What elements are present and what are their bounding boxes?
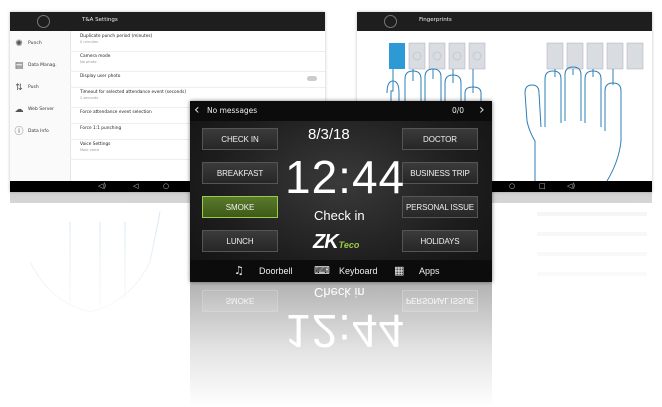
recent-square-icon[interactable]: □: [539, 182, 546, 191]
setting-title: Force 1:1 punching: [80, 126, 122, 131]
apps-grid-icon[interactable]: ▦: [394, 265, 404, 277]
keyboard-icon[interactable]: ⌨: [314, 265, 330, 277]
event-button-doctor[interactable]: DOCTOR: [402, 128, 478, 150]
event-button-breakfast[interactable]: BREAKFAST: [202, 162, 278, 184]
bottom-bar: ♫ Doorbell ⌨ Keyboard ▦ Apps: [190, 260, 492, 282]
back-triangle-icon[interactable]: ◁: [133, 182, 138, 191]
sidebar-item-punch[interactable]: ✺ Punch: [10, 33, 70, 55]
event-button-lunch[interactable]: LUNCH: [202, 230, 278, 252]
volume-icon[interactable]: ◁): [98, 182, 106, 191]
finger-slot[interactable]: [546, 42, 564, 70]
finger-slot[interactable]: [566, 42, 584, 70]
back-circle-icon[interactable]: [37, 15, 50, 28]
message-bar: ‹ No messages 0/0 ›: [190, 101, 492, 121]
home-circle-icon[interactable]: ○: [509, 182, 515, 191]
logo-main: ZK: [313, 231, 339, 253]
reflection-fade: [190, 282, 492, 407]
logo-sub: Teco: [338, 240, 360, 250]
sidebar-item-label: Data Info: [28, 129, 49, 134]
attendance-terminal-screen: ‹ No messages 0/0 › CHECK IN BREAKFAST S…: [190, 101, 492, 282]
event-button-check-in[interactable]: CHECK IN: [202, 128, 278, 150]
setting-title: Camera mode: [80, 54, 111, 59]
event-button-holidays[interactable]: HOLIDAYS: [402, 230, 478, 252]
database-icon: ▤: [14, 61, 24, 71]
finger-slot-selected[interactable]: [389, 43, 405, 69]
setting-value: 2 seconds: [80, 96, 99, 100]
fingerprints-title: Fingerprints: [419, 17, 452, 23]
settings-sidebar: ✺ Punch ▤ Data Manag. ⇅ Push ☁ Web Serve…: [10, 31, 71, 181]
finger-slot[interactable]: [606, 42, 624, 70]
volume-icon[interactable]: ◁): [567, 182, 575, 191]
event-button-personal-issue[interactable]: PERSONAL ISSUE: [402, 196, 478, 218]
event-button-business-trip[interactable]: BUSINESS TRIP: [402, 162, 478, 184]
finger-slot[interactable]: [428, 42, 446, 70]
finger-slot[interactable]: [448, 42, 466, 70]
keyboard-label[interactable]: Keyboard: [339, 266, 378, 276]
setting-value: Male voice: [80, 148, 100, 152]
current-time: 12:44: [285, 151, 406, 203]
toggle-switch[interactable]: [307, 76, 317, 81]
current-date: 8/3/18: [308, 126, 350, 143]
chevron-right-icon[interactable]: ›: [479, 103, 485, 118]
setting-title: Voice Settings: [80, 142, 111, 147]
finger-slot[interactable]: [626, 42, 644, 70]
message-counter: 0/0: [452, 106, 465, 115]
event-button-smoke[interactable]: SMOKE: [202, 196, 278, 218]
setting-title: Timeout for selected attendance event (s…: [80, 90, 187, 95]
sidebar-item-label: Web Server: [28, 107, 54, 112]
finger-slot[interactable]: [586, 42, 604, 70]
apps-label[interactable]: Apps: [419, 266, 440, 276]
terminal-reflection: SMOKE LUNCH PERSONAL ISSUE HOLIDAYS 12:4…: [190, 282, 492, 407]
settings-title: T&A Settings: [82, 17, 118, 23]
current-status: Check in: [314, 208, 365, 223]
bell-icon[interactable]: ♫: [234, 265, 244, 277]
sidebar-item-web-server[interactable]: ☁ Web Server: [10, 99, 70, 121]
sidebar-item-push[interactable]: ⇅ Push: [10, 77, 70, 99]
setting-title: Duplicate punch period (minutes): [80, 34, 153, 39]
chevron-left-icon[interactable]: ‹: [194, 103, 200, 118]
setting-duplicate-punch[interactable]: Duplicate punch period (minutes) 0 minut…: [70, 31, 325, 52]
setting-display-user-photo[interactable]: Display user photo: [70, 71, 325, 88]
cloud-icon: ☁: [14, 105, 24, 115]
setting-value: No photo: [80, 60, 97, 64]
sort-arrows-icon: ⇅: [15, 83, 23, 93]
home-circle-icon[interactable]: ○: [163, 182, 169, 191]
setting-title: Display user photo: [80, 74, 121, 79]
sidebar-item-label: Punch: [28, 41, 42, 46]
setting-camera-mode[interactable]: Camera mode No photo: [70, 51, 325, 72]
fingerprints-header: Fingerprints: [357, 12, 652, 31]
finger-slot[interactable]: [468, 42, 486, 70]
message-text: No messages: [207, 106, 258, 115]
zkteco-logo: ZKTeco: [313, 231, 359, 254]
fingerprint-icon: ✺: [15, 39, 23, 49]
settings-header: T&A Settings: [10, 12, 325, 31]
finger-slot[interactable]: [408, 42, 426, 70]
setting-title: Force attendance event selection: [80, 110, 152, 115]
setting-value: 0 minutes: [80, 40, 98, 44]
sidebar-item-data-manag[interactable]: ▤ Data Manag.: [10, 55, 70, 77]
sidebar-item-label: Data Manag.: [28, 63, 57, 68]
doorbell-label[interactable]: Doorbell: [259, 266, 293, 276]
right-hand-outline: [524, 66, 622, 181]
info-icon: ⓘ: [14, 127, 24, 137]
sidebar-item-data-info[interactable]: ⓘ Data Info: [10, 121, 70, 143]
back-circle-icon[interactable]: [384, 15, 397, 28]
sidebar-item-label: Push: [28, 85, 39, 90]
